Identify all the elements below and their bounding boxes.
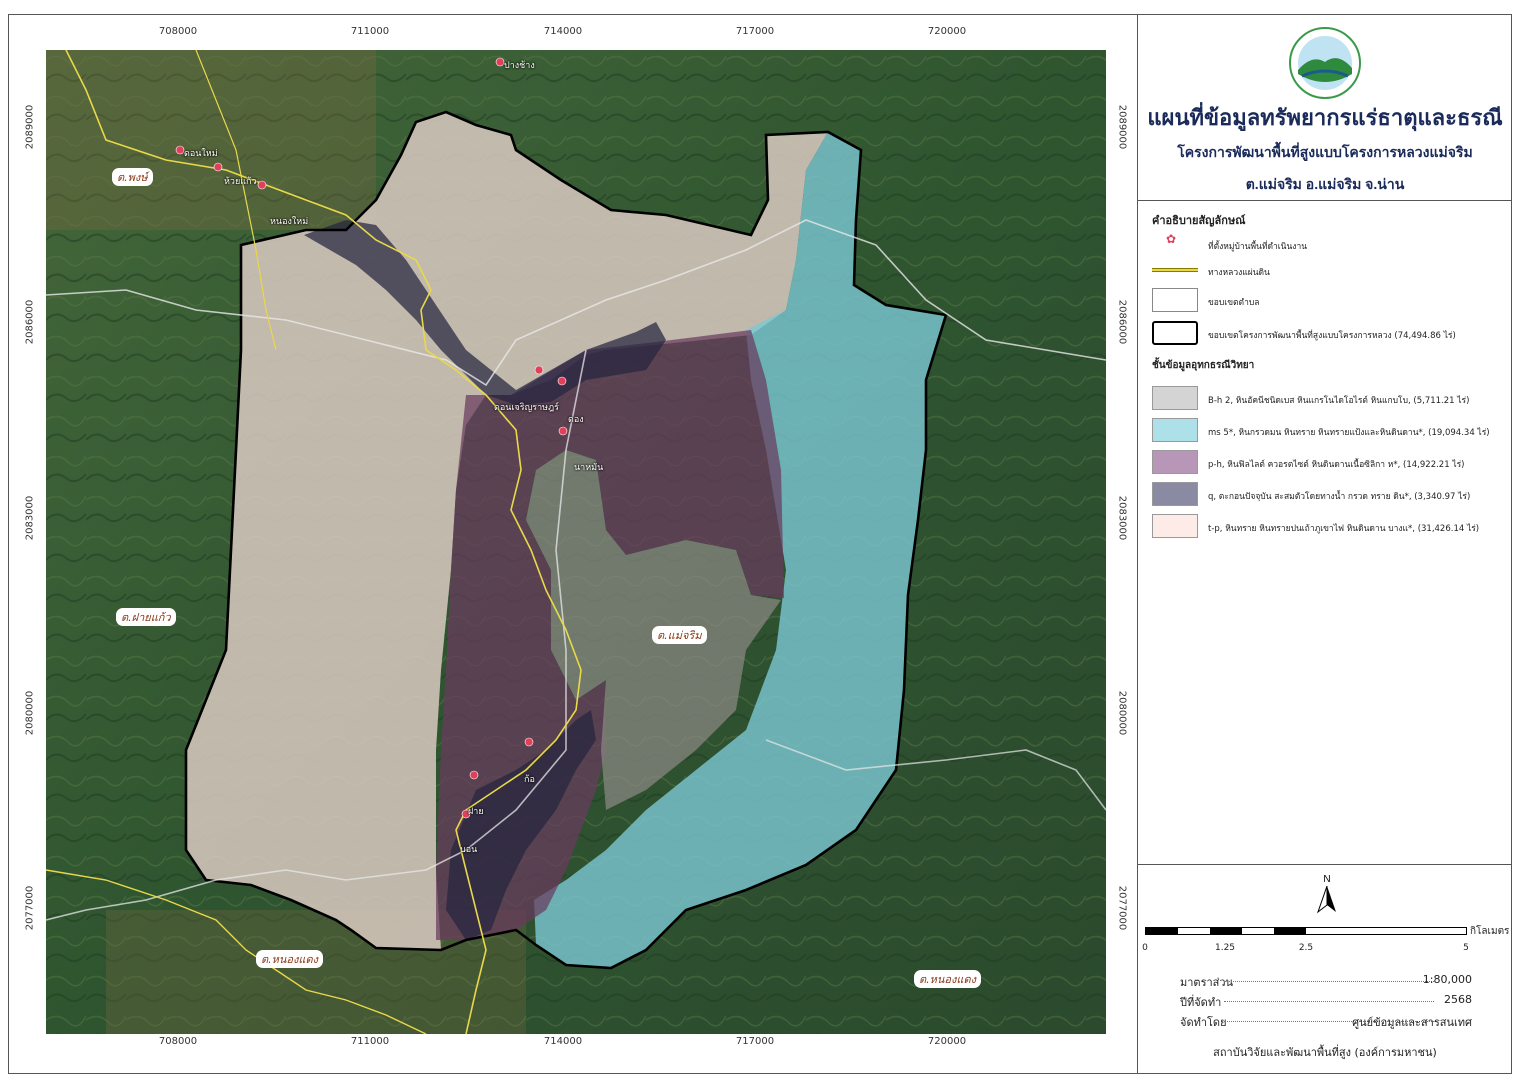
legend-item-tambon-boundary: ขอบเขตตำบล [1152, 288, 1502, 314]
scale-tick-label: 1.25 [1214, 943, 1236, 953]
legend-item-project-boundary: ขอบเขตโครงการพัฒนาพื้นที่สูงแบบโครงการหล… [1152, 321, 1502, 347]
legend-item-label: p-h, หินฟิลไลต์ ควอรตไซต์ หินดินดานเนื้อ… [1208, 460, 1465, 470]
legend-item-geology: B-h 2, หินอัคนีชนิดเบส หินแกรโนไดโอไรต์ … [1152, 386, 1502, 412]
legend-heading: คำอธิบายสัญลักษณ์ [1152, 214, 1246, 227]
legend-item-village: ✿ ที่ตั้งหมู่บ้านพื้นที่ดำเนินงาน [1152, 232, 1502, 258]
footer-organization: สถาบันวิจัยและพัฒนาพื้นที่สูง (องค์การมห… [1213, 1046, 1437, 1059]
left-tick-label: 2086000 [24, 299, 36, 345]
village-label: หนองใหม่ [270, 217, 309, 227]
geology-swatch [1152, 514, 1198, 538]
title-separator [1137, 200, 1512, 201]
village-marker [524, 737, 534, 747]
tambon-label: ต.ฝายแก้ว [116, 608, 176, 626]
map-title: แผนที่ข้อมูลทรัพยากรแร่ธาตุและธรณี [1147, 105, 1503, 130]
village-label: ก้อ [524, 775, 535, 785]
legend-separator [1137, 864, 1512, 865]
geology-swatch [1152, 450, 1198, 474]
legend-item-geology: q, ตะกอนปัจจุบัน สะสมตัวโดยทางน้ำ กรวด ท… [1152, 482, 1502, 508]
meta-year-label: ปีที่จัดทำ [1180, 996, 1222, 1009]
left-tick-label: 2077000 [24, 885, 36, 931]
top-tick-label: 711000 [350, 26, 390, 37]
village-label: ห้วยแก้ว [224, 177, 257, 187]
tambon-label: ต.พงษ์ [112, 168, 153, 186]
left-tick-label: 2089000 [24, 104, 36, 150]
village-label: ดอง [568, 415, 584, 425]
tambon-boundary-swatch [1152, 288, 1198, 312]
meta-scale-label: มาตราส่วน [1180, 976, 1234, 989]
project-boundary-swatch [1152, 321, 1198, 345]
map-panel[interactable]: ปางช้างดอนใหม่ห้วยแก้วหนองใหม่ดอนเจริญรา… [46, 50, 1106, 1034]
right-tick-label: 2077000 [1116, 885, 1128, 931]
map-canvas[interactable] [46, 50, 1106, 1034]
meta-scale-value: 1:80,000 [1422, 973, 1472, 986]
village-marker [213, 162, 223, 172]
village-label: นาหมัน [574, 463, 604, 473]
village-marker [557, 376, 567, 386]
scale-bar [1145, 927, 1467, 935]
legend-item-label: q, ตะกอนปัจจุบัน สะสมตัวโดยทางน้ำ กรวด ท… [1208, 492, 1471, 502]
project-title: โครงการพัฒนาพื้นที่สูงแบบโครงการหลวงแม่จ… [1177, 144, 1473, 160]
top-tick-label: 717000 [735, 26, 775, 37]
left-tick-label: 2080000 [24, 690, 36, 736]
legend-item-label: B-h 2, หินอัคนีชนิดเบส หินแกรโนไดโอไรต์ … [1208, 396, 1470, 406]
scale-tick-label: 5 [1463, 943, 1469, 953]
hrdi-logo-icon [1289, 27, 1361, 99]
geology-swatch [1152, 386, 1198, 410]
location-title: ต.แม่จริม อ.แม่จริม จ.น่าน [1245, 176, 1405, 192]
bottom-tick-label: 711000 [350, 1036, 390, 1047]
village-marker [495, 57, 505, 67]
bottom-tick-label: 714000 [543, 1036, 583, 1047]
tambon-label: ต.แม่จริม [652, 626, 707, 644]
right-tick-label: 2089000 [1116, 104, 1128, 150]
geology-swatch [1152, 482, 1198, 506]
highway-line-swatch [1152, 268, 1198, 272]
meta-year-value: 2568 [1444, 993, 1472, 1006]
scale-unit: กิโลเมตร [1470, 926, 1510, 937]
legend-item-label: ทางหลวงแผ่นดิน [1208, 268, 1270, 278]
north-arrow-icon: N [1316, 874, 1336, 914]
village-marker [469, 770, 479, 780]
tambon-label: ต.หนองแดง [914, 970, 981, 988]
top-tick-label: 708000 [158, 26, 198, 37]
right-tick-label: 2083000 [1116, 495, 1128, 541]
village-label: ฝาย [468, 807, 484, 817]
tambon-label: ต.หนองแดง [256, 950, 323, 968]
village-label: ดอนใหม่ [184, 149, 218, 159]
right-tick-label: 2080000 [1116, 690, 1128, 736]
bottom-tick-label: 708000 [158, 1036, 198, 1047]
legend-item-geology: t-p, หินทราย หินทรายปนเถ้าภูเขาไฟ หินดิน… [1152, 514, 1502, 540]
scale-tick-label: 2.5 [1298, 943, 1314, 953]
farmland-patch [46, 50, 376, 230]
legend-item-highway: ทางหลวงแผ่นดิน [1152, 258, 1502, 284]
meta-author-label: จัดทำโดย [1180, 1016, 1227, 1029]
village-marker [257, 180, 267, 190]
village-label: บอน [460, 845, 478, 855]
geology-swatch [1152, 418, 1198, 442]
left-tick-label: 2083000 [24, 495, 36, 541]
svg-text:N: N [1323, 874, 1330, 885]
village-marker [534, 365, 544, 375]
scale-tick-label: 0 [1142, 943, 1148, 953]
meta-author-value: ศูนย์ข้อมูลและสารสนเทศ [1352, 1016, 1472, 1029]
legend-item-label: ขอบเขตตำบล [1208, 298, 1260, 308]
top-tick-label: 714000 [543, 26, 583, 37]
bottom-tick-label: 720000 [927, 1036, 967, 1047]
side-panel-divider [1137, 14, 1138, 1074]
geology-heading: ชั้นข้อมูลอุทกธรณีวิทยา [1152, 360, 1255, 371]
right-tick-label: 2086000 [1116, 299, 1128, 345]
top-tick-label: 720000 [927, 26, 967, 37]
village-star-icon: ✿ [1166, 232, 1177, 246]
village-marker [175, 145, 185, 155]
legend-item-label: ms 5*, หินกรวดมน หินทราย หินทรายแป้งและห… [1208, 428, 1490, 438]
legend-item-label: ขอบเขตโครงการพัฒนาพื้นที่สูงแบบโครงการหล… [1208, 331, 1456, 341]
legend-item-geology: ms 5*, หินกรวดมน หินทราย หินทรายแป้งและห… [1152, 418, 1502, 444]
village-marker [558, 426, 568, 436]
village-label: ดอนเจริญราษฎร์ [494, 403, 559, 413]
village-label: ปางช้าง [504, 61, 535, 71]
bottom-tick-label: 717000 [735, 1036, 775, 1047]
legend-item-label: ที่ตั้งหมู่บ้านพื้นที่ดำเนินงาน [1208, 242, 1308, 252]
legend-item-label: t-p, หินทราย หินทรายปนเถ้าภูเขาไฟ หินดิน… [1208, 524, 1480, 534]
legend-item-geology: p-h, หินฟิลไลต์ ควอรตไซต์ หินดินดานเนื้อ… [1152, 450, 1502, 476]
